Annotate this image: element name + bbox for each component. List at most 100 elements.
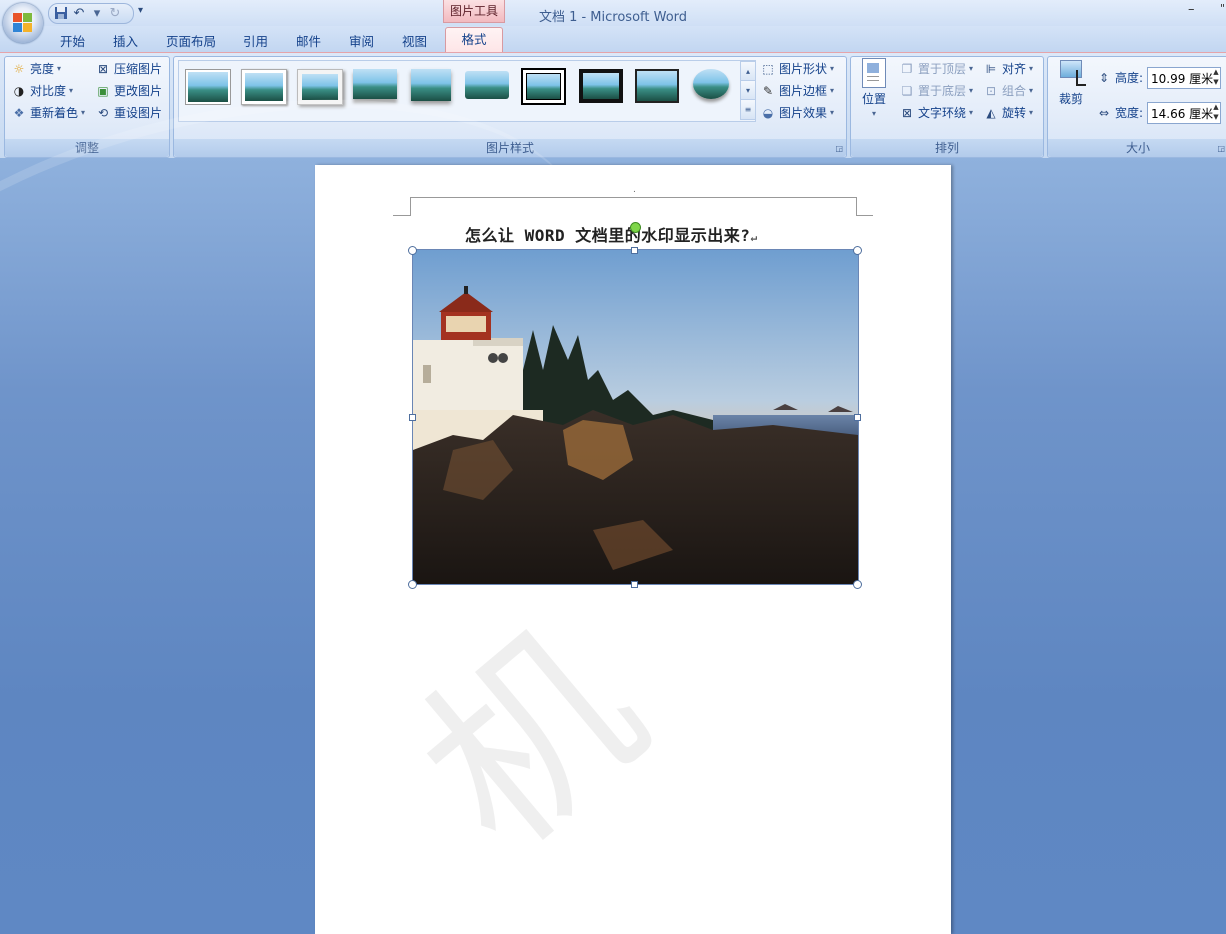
- customize-qat-icon[interactable]: ▾: [138, 5, 143, 16]
- minimize-button[interactable]: –: [1188, 2, 1195, 17]
- contrast-label: 对比度: [30, 84, 67, 98]
- send-to-back-button[interactable]: ❏ 置于底层 ▾: [899, 82, 973, 99]
- picture-effects-label: 图片效果: [779, 106, 828, 120]
- recolor-label: 重新着色: [30, 106, 79, 120]
- height-icon: ⇕: [1098, 70, 1110, 85]
- picture-effects-button[interactable]: ◒ 图片效果 ▾: [760, 104, 834, 121]
- bring-to-front-button[interactable]: ❐ 置于顶层 ▾: [899, 60, 973, 77]
- save-icon[interactable]: [53, 6, 69, 22]
- text-wrap-label: 文字环绕: [918, 106, 967, 120]
- group-arrange-label: 排列: [851, 139, 1043, 157]
- tab-review[interactable]: 审阅: [349, 31, 374, 50]
- picture-border-label: 图片边框: [779, 84, 828, 98]
- title-bar: 文档 1 - Microsoft Word 图片工具 – ": [0, 0, 1226, 26]
- picture-shape-icon: ⬚: [762, 61, 774, 76]
- size-dialog-launcher-icon[interactable]: ◲: [1217, 144, 1225, 153]
- send-to-back-icon: ❏: [901, 83, 913, 98]
- brightness-icon: ☼: [13, 61, 25, 76]
- redo-icon[interactable]: ↻: [107, 6, 123, 22]
- tab-insert[interactable]: 插入: [113, 31, 138, 50]
- resize-handle-bottom-left[interactable]: [408, 580, 417, 589]
- header-paragraph-mark: .: [633, 185, 636, 195]
- compress-pictures-button[interactable]: ⊠ 压缩图片: [95, 60, 162, 77]
- style-thumb-10[interactable]: [691, 69, 735, 103]
- tab-format[interactable]: 格式: [445, 27, 503, 54]
- tab-references[interactable]: 引用: [243, 31, 268, 50]
- picture-border-icon: ✎: [762, 83, 774, 98]
- style-thumb-4[interactable]: [353, 69, 397, 103]
- group-button[interactable]: ⊡ 组合 ▾: [983, 82, 1033, 99]
- close-button[interactable]: ": [1220, 2, 1225, 15]
- office-logo-icon: [13, 13, 33, 33]
- tab-mailings[interactable]: 邮件: [296, 31, 321, 50]
- style-thumb-9[interactable]: [635, 69, 679, 103]
- resize-handle-left[interactable]: [409, 414, 416, 421]
- ribbon-tabs: 开始 插入 页面布局 引用 邮件 审阅 视图 格式: [0, 26, 1226, 54]
- margin-mark-left: [393, 215, 410, 216]
- gallery-scroll-up-icon[interactable]: ▴: [740, 61, 756, 82]
- change-label: 更改图片: [114, 84, 163, 98]
- margin-mark-right: [856, 215, 873, 216]
- compress-label: 压缩图片: [114, 62, 163, 76]
- lighthouse-picture[interactable]: [412, 249, 859, 585]
- change-picture-button[interactable]: ▣ 更改图片: [95, 82, 162, 99]
- rotate-icon: ◭: [986, 105, 996, 120]
- rotate-label: 旋转: [1002, 106, 1027, 120]
- tab-page-layout[interactable]: 页面布局: [166, 31, 216, 50]
- document-title-text[interactable]: 怎么让 WORD 文档里的水印显示出来?↵: [465, 222, 758, 246]
- resize-handle-top-left[interactable]: [408, 246, 417, 255]
- crop-label: 裁剪: [1058, 92, 1083, 106]
- height-spinner-icon[interactable]: ▲ ▼: [1210, 67, 1222, 89]
- title-text: 怎么让 WORD 文档里的水印显示出来?: [465, 226, 751, 245]
- picture-shape-button[interactable]: ⬚ 图片形状 ▾: [760, 60, 834, 77]
- header-right-mark: [856, 197, 857, 216]
- text-wrapping-button[interactable]: ⊠ 文字环绕 ▾: [899, 104, 973, 121]
- resize-handle-bottom-right[interactable]: [853, 580, 862, 589]
- width-label-group: ⇔ 宽度:: [1096, 104, 1143, 121]
- header-left-mark: [410, 197, 411, 216]
- rotation-handle-icon[interactable]: [630, 222, 641, 233]
- picture-shape-label: 图片形状: [779, 62, 828, 76]
- rotate-button[interactable]: ◭ 旋转 ▾: [983, 104, 1033, 121]
- style-thumb-7[interactable]: [521, 68, 566, 105]
- office-button[interactable]: [3, 3, 43, 43]
- position-button[interactable]: 位置 ▾: [858, 58, 890, 118]
- undo-dropdown-icon[interactable]: ▾: [89, 6, 105, 22]
- crop-button[interactable]: 裁剪: [1055, 58, 1087, 107]
- style-thumb-2[interactable]: [241, 69, 287, 105]
- reset-label: 重设图片: [114, 106, 163, 120]
- width-label: 宽度:: [1115, 106, 1144, 120]
- bring-to-front-icon: ❐: [901, 61, 913, 76]
- gallery-more-icon[interactable]: ≡: [740, 99, 756, 120]
- width-spinner-icon[interactable]: ▲ ▼: [1210, 102, 1222, 124]
- contrast-button[interactable]: ◑ 对比度 ▾: [11, 82, 73, 99]
- width-icon: ⇔: [1098, 105, 1110, 120]
- window-title: 文档 1 - Microsoft Word: [538, 10, 688, 25]
- style-thumb-6[interactable]: [465, 69, 509, 103]
- gallery-scroll-down-icon[interactable]: ▾: [740, 80, 756, 101]
- reset-picture-button[interactable]: ⟲ 重设图片: [95, 104, 162, 121]
- tab-view[interactable]: 视图: [402, 31, 427, 50]
- paragraph-mark: ↵: [750, 231, 758, 244]
- style-thumb-1[interactable]: [185, 69, 231, 105]
- picture-effects-icon: ◒: [762, 105, 774, 120]
- align-button[interactable]: ⊫ 对齐 ▾: [983, 60, 1033, 77]
- resize-handle-top[interactable]: [631, 247, 638, 254]
- height-label-group: ⇕ 高度:: [1096, 69, 1143, 86]
- recolor-button[interactable]: ❖ 重新着色 ▾: [11, 104, 85, 121]
- style-thumb-8[interactable]: [579, 69, 623, 103]
- brightness-label: 亮度: [30, 62, 55, 76]
- picture-border-button[interactable]: ✎ 图片边框 ▾: [760, 82, 834, 99]
- brightness-button[interactable]: ☼ 亮度 ▾: [11, 60, 61, 77]
- resize-handle-top-right[interactable]: [853, 246, 862, 255]
- styles-dialog-launcher-icon[interactable]: ◲: [835, 144, 843, 153]
- tab-home[interactable]: 开始: [60, 31, 85, 50]
- align-icon: ⊫: [985, 61, 997, 76]
- height-label: 高度:: [1115, 71, 1144, 85]
- compress-icon: ⊠: [97, 61, 109, 76]
- resize-handle-bottom[interactable]: [631, 581, 638, 588]
- style-thumb-5[interactable]: [409, 69, 453, 103]
- recolor-icon: ❖: [13, 105, 25, 120]
- resize-handle-right[interactable]: [854, 414, 861, 421]
- undo-icon[interactable]: ↶: [71, 6, 87, 22]
